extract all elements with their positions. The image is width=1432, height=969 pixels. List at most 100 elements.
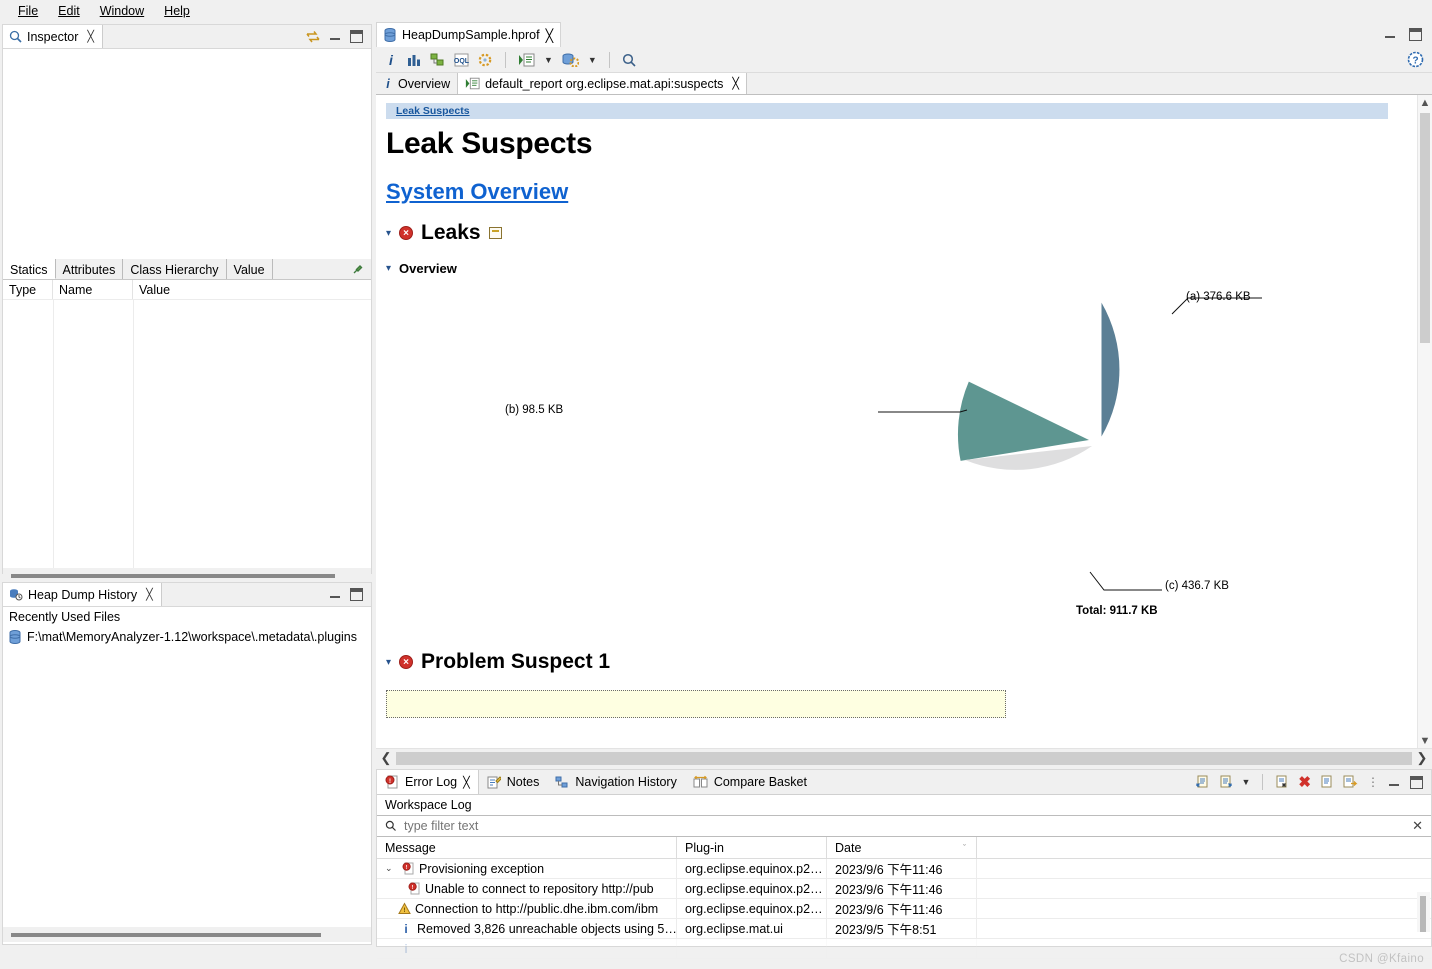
import-log-icon[interactable] (1219, 775, 1233, 789)
close-icon[interactable]: ╳ (463, 776, 470, 789)
tab-overview[interactable]: i Overview (376, 73, 459, 94)
leaks-section-label: Leaks (421, 221, 481, 244)
column-date[interactable]: Date ˇ (827, 837, 977, 858)
maximize-icon[interactable] (350, 588, 363, 601)
tab-error-log[interactable]: ! Error Log ╳ (377, 770, 479, 794)
tab-navigation-history[interactable]: Navigation History (547, 770, 685, 794)
table-row[interactable]: i Removed 3,826 unreachable objects usin… (377, 919, 1431, 939)
clear-log-icon[interactable]: ✖ (1298, 773, 1311, 791)
subtab-value[interactable]: Value (226, 259, 273, 279)
column-name[interactable]: Name (53, 280, 133, 299)
filter-row[interactable]: ✕ (377, 815, 1431, 837)
minimize-icon[interactable] (1384, 28, 1397, 41)
tab-notes[interactable]: Notes (478, 770, 548, 794)
chevron-down-icon[interactable]: ▾ (386, 263, 391, 274)
open-log-icon[interactable] (1320, 775, 1334, 789)
log-vscrollbar-thumb[interactable] (1420, 896, 1426, 932)
report-vscrollbar[interactable]: ▲ ▼ (1417, 95, 1432, 748)
menu-edit[interactable]: Edit (48, 2, 90, 20)
close-icon[interactable]: ╳ (87, 30, 94, 43)
inspector-hscrollbar[interactable] (3, 568, 371, 583)
table-row[interactable]: ! Unable to connect to repository http:/… (377, 879, 1431, 899)
subtab-class-hierarchy[interactable]: Class Hierarchy (123, 259, 227, 279)
table-row[interactable]: ! Connection to http://public.dhe.ibm.co… (377, 899, 1431, 919)
log-date: 2023/9/6 下午11:46 (827, 879, 977, 898)
histogram-icon[interactable] (407, 53, 421, 67)
subtab-statics-label: Statics (10, 262, 48, 277)
statics-table-header: Type Name Value (3, 280, 371, 300)
warning-icon: ! (397, 902, 411, 916)
search-icon[interactable] (622, 53, 637, 67)
link-with-editor-icon[interactable] (305, 30, 321, 44)
run-report-dropdown[interactable]: ▼ (544, 55, 553, 65)
minimize-icon[interactable] (1388, 776, 1401, 789)
overview-info-icon[interactable]: i (384, 52, 398, 68)
scroll-left-icon[interactable]: ❮ (376, 750, 396, 766)
chevron-down-icon[interactable]: ▾ (386, 228, 391, 239)
column-message[interactable]: Message (377, 837, 677, 858)
overview-section-header[interactable]: ▾ Overview (386, 261, 1410, 276)
maximize-icon[interactable] (350, 30, 363, 43)
pin-icon[interactable] (349, 259, 367, 279)
note-icon[interactable] (488, 227, 502, 239)
menu-window[interactable]: Window (90, 2, 154, 20)
tab-heap-dump-sample[interactable]: HeapDumpSample.hprof ╳ (376, 22, 562, 47)
export-log-icon[interactable] (1195, 775, 1210, 789)
column-plugin[interactable]: Plug-in (677, 837, 827, 858)
minimize-icon[interactable] (329, 588, 342, 601)
menu-file[interactable]: File (8, 2, 48, 20)
query-browser-dropdown[interactable]: ▼ (588, 55, 597, 65)
subtab-statics[interactable]: Statics (3, 259, 56, 279)
maximize-icon[interactable] (1409, 28, 1422, 41)
problem-suspect-1-header[interactable]: ▾ × Problem Suspect 1 (386, 650, 1410, 674)
close-icon[interactable]: ✕ (1412, 818, 1423, 834)
log-plugin: org.eclipse.equinox.p2… (677, 859, 827, 878)
list-item[interactable]: F:\mat\MemoryAnalyzer-1.12\workspace\.me… (3, 627, 371, 647)
system-overview-link[interactable]: System Overview (386, 179, 568, 205)
table-row[interactable]: ⌄ ! Provisioning exception org.eclipse.e… (377, 859, 1431, 879)
search-input[interactable] (402, 818, 1102, 834)
delete-log-icon[interactable] (1275, 775, 1289, 789)
chevron-down-icon[interactable]: ▾ (386, 657, 391, 668)
tab-heap-dump-history[interactable]: Heap Dump History ╳ (3, 583, 162, 606)
heap-dump-history-hscrollbar-thumb[interactable] (11, 932, 321, 937)
close-icon[interactable]: ╳ (732, 77, 739, 90)
scroll-right-icon[interactable]: ❯ (1412, 750, 1432, 766)
heap-dump-history-list: Recently Used Files F:\mat\MemoryAnalyze… (3, 607, 371, 647)
oql-icon[interactable]: OQL (454, 53, 469, 67)
close-icon[interactable]: ╳ (546, 28, 554, 43)
breadcrumb-leak-suspects[interactable]: Leak Suspects (396, 105, 470, 117)
subtab-attributes[interactable]: Attributes (55, 259, 124, 279)
scroll-down-icon[interactable]: ▼ (1418, 733, 1432, 748)
view-menu-dropdown[interactable]: ▼ (1242, 777, 1251, 787)
close-icon[interactable]: ╳ (146, 588, 153, 601)
leaks-section-header[interactable]: ▾ × Leaks (386, 221, 1410, 245)
inspector-icon (9, 30, 22, 43)
dominator-tree-icon[interactable] (430, 53, 445, 67)
minimize-icon[interactable] (329, 30, 342, 43)
calculate-retained-size-icon[interactable] (478, 53, 493, 67)
column-type[interactable]: Type (3, 280, 53, 299)
tab-inspector[interactable]: Inspector ╳ (3, 25, 104, 48)
report-hscrollbar[interactable]: ❮ ❯ (376, 748, 1432, 767)
tab-default-report-suspects[interactable]: default_report org.eclipse.mat.api:suspe… (458, 73, 748, 94)
help-icon[interactable]: ? (1407, 51, 1424, 68)
inspector-hscrollbar-thumb[interactable] (11, 573, 335, 578)
menu-help[interactable]: Help (154, 2, 200, 20)
log-vscrollbar[interactable] (1417, 892, 1430, 932)
chevron-down-icon[interactable]: ⌄ (385, 863, 397, 874)
view-menu-icon[interactable]: ⋮ (1367, 775, 1379, 789)
run-report-icon[interactable] (518, 53, 535, 67)
table-row[interactable]: i (377, 939, 1431, 959)
heap-dump-history-hscrollbar[interactable] (3, 927, 371, 942)
tab-compare-basket[interactable]: Compare Basket (684, 770, 815, 794)
maximize-icon[interactable] (1410, 775, 1423, 789)
leak-suspects-report: Leak Suspects Leak Suspects System Overv… (376, 95, 1432, 767)
pie-slice-a[interactable] (1101, 302, 1120, 437)
query-browser-icon[interactable] (562, 53, 579, 67)
report-hscrollbar-thumb[interactable] (396, 751, 1412, 765)
column-value[interactable]: Value (133, 280, 371, 299)
scroll-up-icon[interactable]: ▲ (1418, 95, 1432, 110)
restore-log-icon[interactable] (1343, 775, 1358, 789)
report-vscrollbar-thumb[interactable] (1420, 113, 1430, 343)
